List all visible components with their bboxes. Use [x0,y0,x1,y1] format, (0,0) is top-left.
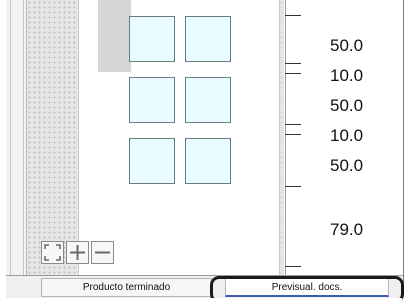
zoom-in-button[interactable] [66,241,89,264]
ruler-value: 50.0 [330,96,364,115]
label-tile[interactable] [185,16,231,62]
minus-icon [95,251,110,254]
ruler-tick [285,73,301,74]
bottom-strip [6,298,402,306]
vertical-scroll-track[interactable] [6,0,27,275]
ruler-value: 50.0 [330,156,364,175]
zoom-out-button[interactable] [91,241,114,264]
tab-producto-terminado[interactable]: Producto terminado [41,278,212,297]
ruler-tick [285,15,301,16]
ruler-value: 50.0 [330,36,364,55]
ruler-tick [285,134,301,135]
margin-shade [98,0,131,72]
plus-icon [70,245,85,260]
ruler-value: 79.0 [330,220,364,239]
ruler-tick [285,266,301,267]
label-tile[interactable] [185,138,231,184]
fit-to-screen-icon [44,244,61,261]
label-tile[interactable] [129,16,175,62]
ruler-tick [285,63,301,64]
ruler-tick [285,124,301,125]
tab-previsual-docs[interactable]: Previsual. docs. [225,278,389,297]
ruler-tick [285,186,301,187]
fit-to-screen-button[interactable] [41,241,64,264]
scroll-track-inner [10,0,24,275]
label-tile[interactable] [129,77,175,123]
ruler-value: 10.0 [330,126,364,145]
label-tile[interactable] [129,138,175,184]
label-tile[interactable] [185,77,231,123]
ruler-value: 10.0 [330,66,364,85]
